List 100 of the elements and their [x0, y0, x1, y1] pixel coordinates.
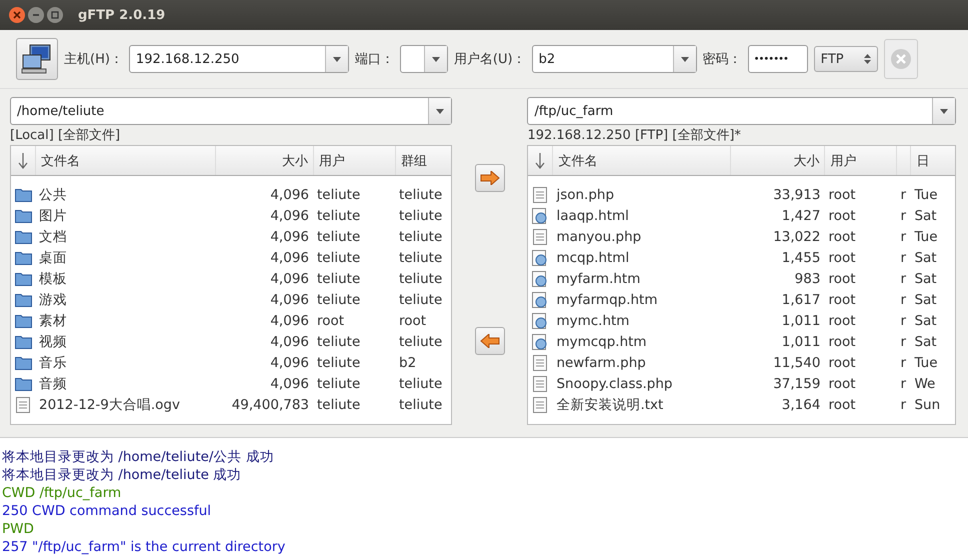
table-cell-text: Snoopy.class.php	[555, 376, 674, 392]
table-cell-text: 图片	[38, 206, 68, 224]
protocol-selector[interactable]: FTP	[814, 46, 878, 72]
port-label: 端口：	[354, 51, 394, 68]
folder-icon	[14, 314, 32, 328]
table-cell-text: teliute	[398, 208, 444, 224]
table-cell-text: teliute	[398, 250, 444, 266]
table-cell-text: teliute	[316, 354, 362, 370]
dropdown-arrow-icon[interactable]	[940, 108, 948, 114]
column-header[interactable]: 用户	[313, 146, 395, 175]
table-cell-text: newfarm.php	[555, 354, 647, 370]
username-field[interactable]: b2	[532, 45, 697, 73]
web-page-icon	[532, 270, 548, 286]
column-header[interactable]: 大小	[730, 146, 824, 175]
table-cell-text: teliute	[398, 396, 444, 412]
document-icon	[533, 186, 548, 202]
folder-icon	[14, 376, 32, 390]
table-cell-text: manyou.php	[555, 228, 642, 244]
download-button[interactable]	[474, 327, 505, 355]
table-cell-text: r	[899, 354, 907, 370]
table-cell-text: 文档	[38, 228, 68, 246]
folder-icon	[14, 334, 32, 348]
table-cell-text: 49,400,783	[230, 396, 310, 412]
dropdown-arrow-icon[interactable]	[436, 108, 444, 114]
web-page-icon	[532, 334, 548, 350]
left-arrow-icon	[480, 334, 500, 348]
table-cell-text: root	[316, 312, 346, 328]
table-cell-text: r	[899, 334, 907, 350]
table-cell-text: r	[899, 376, 907, 392]
port-field[interactable]	[400, 45, 448, 73]
table-cell-text: Sat	[913, 208, 938, 224]
table-cell-text: 模板	[38, 270, 68, 288]
table-cell-text: 1,011	[780, 312, 822, 328]
web-page-icon	[532, 208, 548, 224]
close-icon	[890, 48, 912, 70]
table-cell-text: Sat	[913, 250, 938, 266]
local-status: [Local] [全部文件]	[10, 127, 122, 145]
table-cell-text: teliute	[398, 228, 444, 244]
table-cell-text: 公共	[38, 186, 68, 204]
table-cell-text: laaqp.html	[555, 208, 630, 224]
table-cell-text: root	[827, 292, 857, 308]
table-cell-text: 2012-12-9大合唱.ogv	[38, 396, 181, 414]
table-cell-text: root	[827, 396, 857, 412]
table-cell-text: 视频	[38, 332, 68, 350]
document-icon	[533, 354, 548, 370]
spinner-arrows-icon	[864, 53, 871, 65]
table-cell-text: r	[899, 228, 907, 244]
table-cell-text: json.php	[555, 186, 616, 202]
folder-icon	[14, 208, 32, 222]
dropdown-arrow-icon[interactable]	[332, 56, 341, 62]
table-cell-text: teliute	[316, 186, 362, 202]
table-cell-text: teliute	[316, 334, 362, 350]
document-icon	[16, 396, 30, 412]
table-cell-text: Sun	[913, 396, 942, 412]
folder-icon	[14, 272, 32, 286]
username-label: 用户名(U)：	[454, 51, 526, 68]
column-header[interactable]: 群组	[395, 146, 452, 175]
table-cell-text: 4,096	[269, 270, 310, 286]
table-cell-text: 983	[794, 270, 822, 286]
table-cell-text: r	[899, 186, 907, 202]
table-cell-text: 4,096	[269, 334, 310, 350]
right-arrow-icon	[480, 171, 500, 185]
host-field[interactable]: 192.168.12.250	[128, 45, 349, 73]
web-page-icon	[532, 312, 548, 328]
table-cell-text: root	[827, 186, 857, 202]
connect-button[interactable]	[16, 38, 58, 80]
table-cell-text: 4,096	[269, 354, 310, 370]
table-cell-text: 11,540	[772, 354, 822, 370]
dropdown-arrow-icon[interactable]	[432, 56, 440, 62]
table-cell-text: root	[827, 312, 857, 328]
dropdown-arrow-icon[interactable]	[680, 56, 689, 62]
web-page-icon	[532, 250, 548, 266]
column-header[interactable]: 文件名	[35, 146, 215, 175]
table-cell-text: root	[827, 208, 857, 224]
column-header[interactable]: 用户	[824, 146, 896, 175]
table-cell-text: teliute	[316, 396, 362, 412]
column-header[interactable]: 大小	[215, 146, 313, 175]
table-cell-text: teliute	[398, 376, 444, 392]
log-line: 257 "/ftp/uc_farm" is the current directory	[2, 538, 286, 556]
table-cell-text: Sat	[913, 270, 938, 286]
upload-button[interactable]	[474, 164, 505, 192]
table-cell-text: teliute	[316, 250, 362, 266]
column-header[interactable]: 日	[910, 146, 955, 175]
password-label: 密码：	[702, 51, 742, 68]
close-icon[interactable]	[9, 7, 25, 23]
table-cell-text: 1,011	[780, 334, 822, 350]
table-cell-text: teliute	[398, 334, 444, 350]
column-header[interactable]: 文件名	[552, 146, 730, 175]
table-cell-text: root	[398, 312, 428, 328]
log-line: CWD /ftp/uc_farm	[2, 484, 122, 502]
remote-path-field[interactable]: /ftp/uc_farm	[527, 97, 956, 125]
log-line: 将本地目录更改为 /home/teliute/公共 成功	[2, 448, 275, 466]
table-cell-text: mcqp.html	[555, 250, 630, 266]
document-icon	[533, 376, 548, 392]
maximize-icon[interactable]	[47, 7, 63, 23]
minimize-icon[interactable]	[28, 7, 44, 23]
table-cell-text: 3,164	[780, 396, 822, 412]
password-field[interactable]: •••••••	[748, 45, 808, 73]
local-path-field[interactable]: /home/teliute	[10, 97, 452, 125]
table-cell-text: teliute	[398, 186, 444, 202]
